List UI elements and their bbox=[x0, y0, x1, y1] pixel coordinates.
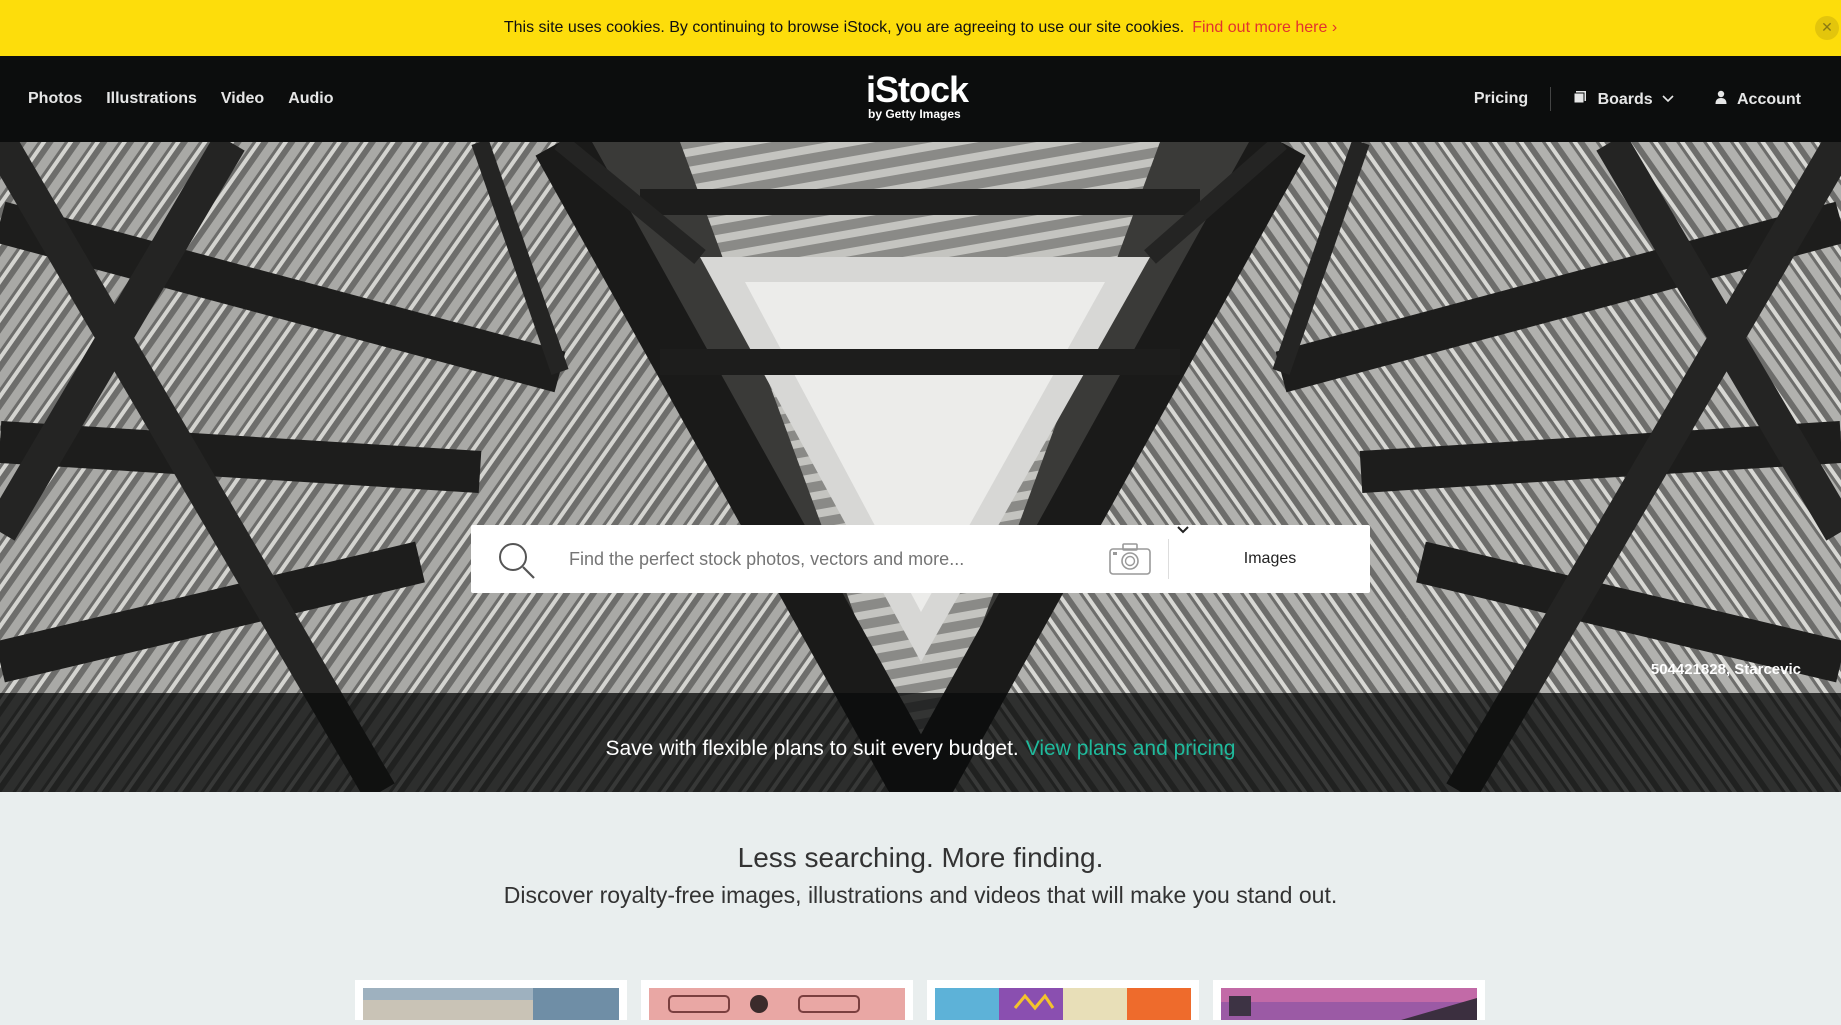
card-thumbnail bbox=[649, 988, 905, 1020]
account-nav: Pricing Boards Account bbox=[1474, 56, 1801, 142]
account-menu[interactable]: Account bbox=[1715, 90, 1801, 109]
cookie-banner: This site uses cookies. By continuing to… bbox=[0, 0, 1841, 56]
chevron-down-icon bbox=[1657, 91, 1675, 108]
image-credit[interactable]: 504421828, Starcevic bbox=[1651, 661, 1801, 678]
boards-label: Boards bbox=[1597, 90, 1653, 108]
logo-tagline: by Getty Images bbox=[868, 107, 961, 121]
cookie-message: This site uses cookies. By continuing to… bbox=[503, 19, 1185, 36]
card-thumbnail bbox=[935, 988, 1191, 1020]
card-thumbnail bbox=[1221, 988, 1477, 1020]
pricing-link[interactable]: Pricing bbox=[1474, 90, 1528, 108]
nav-item-photos[interactable]: Photos bbox=[28, 90, 82, 108]
nav-item-video[interactable]: Video bbox=[221, 90, 264, 108]
category-card[interactable] bbox=[1213, 980, 1485, 1020]
boards-menu[interactable]: Boards bbox=[1573, 90, 1675, 109]
page-headline: Less searching. More finding. bbox=[737, 842, 1104, 873]
nav-divider bbox=[1550, 87, 1552, 111]
istock-logo[interactable]: iStock by Getty Images bbox=[866, 69, 969, 121]
close-icon[interactable]: ✕ bbox=[1815, 16, 1839, 40]
page-subheadline: Discover royalty-free images, illustrati… bbox=[503, 882, 1338, 908]
category-card[interactable] bbox=[927, 980, 1199, 1020]
boards-icon bbox=[1573, 90, 1587, 108]
hero-banner: Images 504421828, Starcevic Save with fl… bbox=[0, 142, 1841, 792]
cookie-more-link[interactable]: Find out more here › bbox=[1192, 19, 1337, 37]
category-card[interactable] bbox=[641, 980, 913, 1020]
account-label: Account bbox=[1737, 90, 1801, 108]
category-card[interactable] bbox=[355, 980, 627, 1020]
logo-wordmark: iStock bbox=[866, 69, 969, 110]
nav-item-audio[interactable]: Audio bbox=[288, 90, 333, 108]
search-bar: Images bbox=[471, 525, 1370, 593]
media-type-dropdown[interactable]: Images bbox=[1170, 525, 1370, 593]
user-icon bbox=[1715, 90, 1727, 108]
view-plans-link[interactable]: View plans and pricing bbox=[1026, 737, 1236, 761]
promo-banner: Save with flexible plans to suit every b… bbox=[0, 693, 1841, 792]
search-divider bbox=[1168, 539, 1169, 579]
media-type-nav: Photos Illustrations Video Audio bbox=[28, 56, 334, 142]
category-cards bbox=[355, 980, 1485, 1020]
nav-item-illustrations[interactable]: Illustrations bbox=[106, 90, 197, 108]
search-input[interactable] bbox=[569, 525, 1059, 593]
top-navigation: Photos Illustrations Video Audio iStock … bbox=[0, 56, 1841, 142]
promo-text: Save with flexible plans to suit every b… bbox=[605, 736, 1019, 760]
card-thumbnail bbox=[363, 988, 619, 1020]
media-type-selected: Images bbox=[1243, 550, 1297, 567]
